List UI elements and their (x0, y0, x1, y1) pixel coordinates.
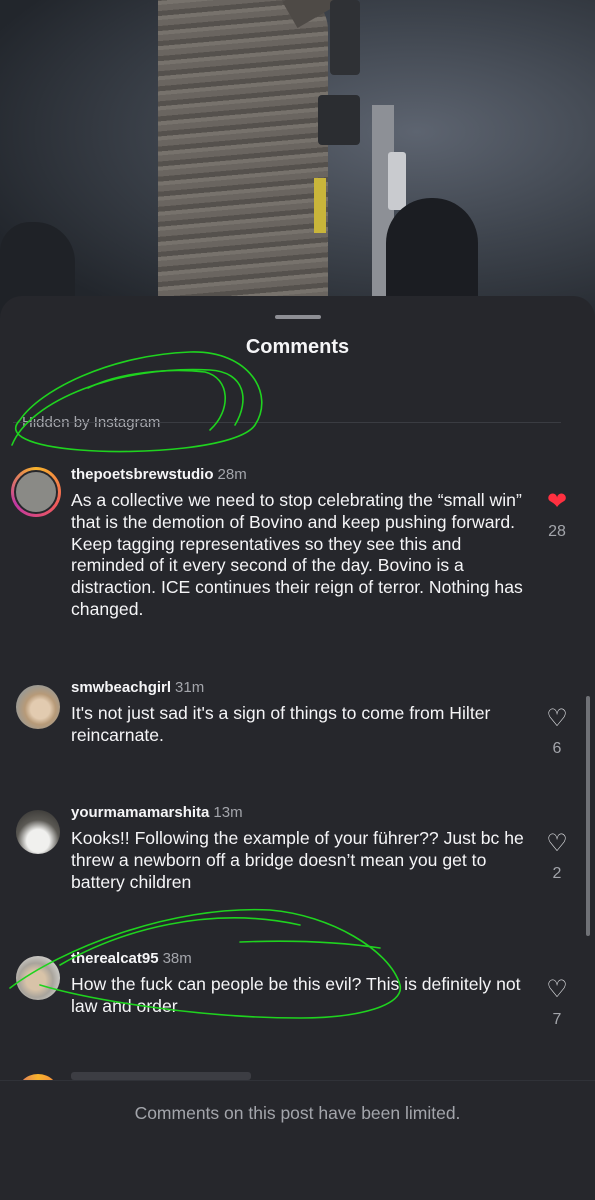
comment-time: 31m (175, 679, 205, 696)
avatar[interactable] (16, 956, 60, 1000)
comment-username[interactable]: thepoetsbrewstudio 28m (71, 466, 247, 483)
comment-text: How the fuck can people be this evil? Th… (71, 974, 521, 1016)
tree-trunk (158, 0, 328, 330)
like-button[interactable]: ♡ 7 (545, 978, 569, 1029)
avatar[interactable] (16, 685, 60, 729)
comment-time: 28m (217, 466, 247, 483)
like-count: 7 (552, 1011, 562, 1028)
sheet-drag-handle[interactable] (275, 315, 321, 319)
traffic-signal (330, 0, 360, 75)
like-count: 2 (552, 865, 562, 882)
like-button[interactable]: ❤ 28 (545, 490, 569, 541)
heart-icon: ♡ (546, 705, 568, 732)
comment-text: Kooks!! Following the example of your fü… (71, 828, 524, 892)
avatar[interactable] (11, 467, 61, 517)
like-count: 28 (548, 523, 566, 540)
comments-limited-notice: Comments on this post have been limited. (134, 1103, 461, 1123)
comment-time: 38m (162, 950, 192, 967)
heart-icon: ♡ (546, 830, 568, 857)
comment-username[interactable]: yourmamamarshita 13m (71, 804, 243, 821)
divider (13, 422, 561, 423)
scrollbar[interactable] (586, 696, 590, 936)
like-count: 6 (552, 740, 562, 757)
heart-filled-icon: ❤ (546, 488, 568, 515)
comment-text: It's not just sad it's a sign of things … (71, 703, 491, 745)
comment-username[interactable]: smwbeachgirl 31m (71, 679, 204, 696)
street-sign (388, 152, 406, 210)
like-button[interactable]: ♡ 2 (545, 832, 569, 883)
traffic-signal (318, 95, 360, 145)
comment-username[interactable]: therealcat95 38m (71, 950, 192, 967)
avatar[interactable] (16, 810, 60, 854)
heart-icon: ♡ (546, 976, 568, 1003)
comment-username-partial (71, 1072, 251, 1080)
sheet-title: Comments (245, 336, 350, 358)
like-button[interactable]: ♡ 6 (545, 707, 569, 758)
comments-footer: Comments on this post have been limited. (0, 1080, 595, 1200)
yellow-post (314, 178, 326, 233)
comment-text: As a collective we need to stop celebrat… (71, 490, 523, 619)
comments-sheet: Comments Hidden by Instagram thepoetsbre… (0, 296, 595, 1200)
comment-time: 13m (213, 804, 243, 821)
post-photo-background (0, 0, 595, 330)
